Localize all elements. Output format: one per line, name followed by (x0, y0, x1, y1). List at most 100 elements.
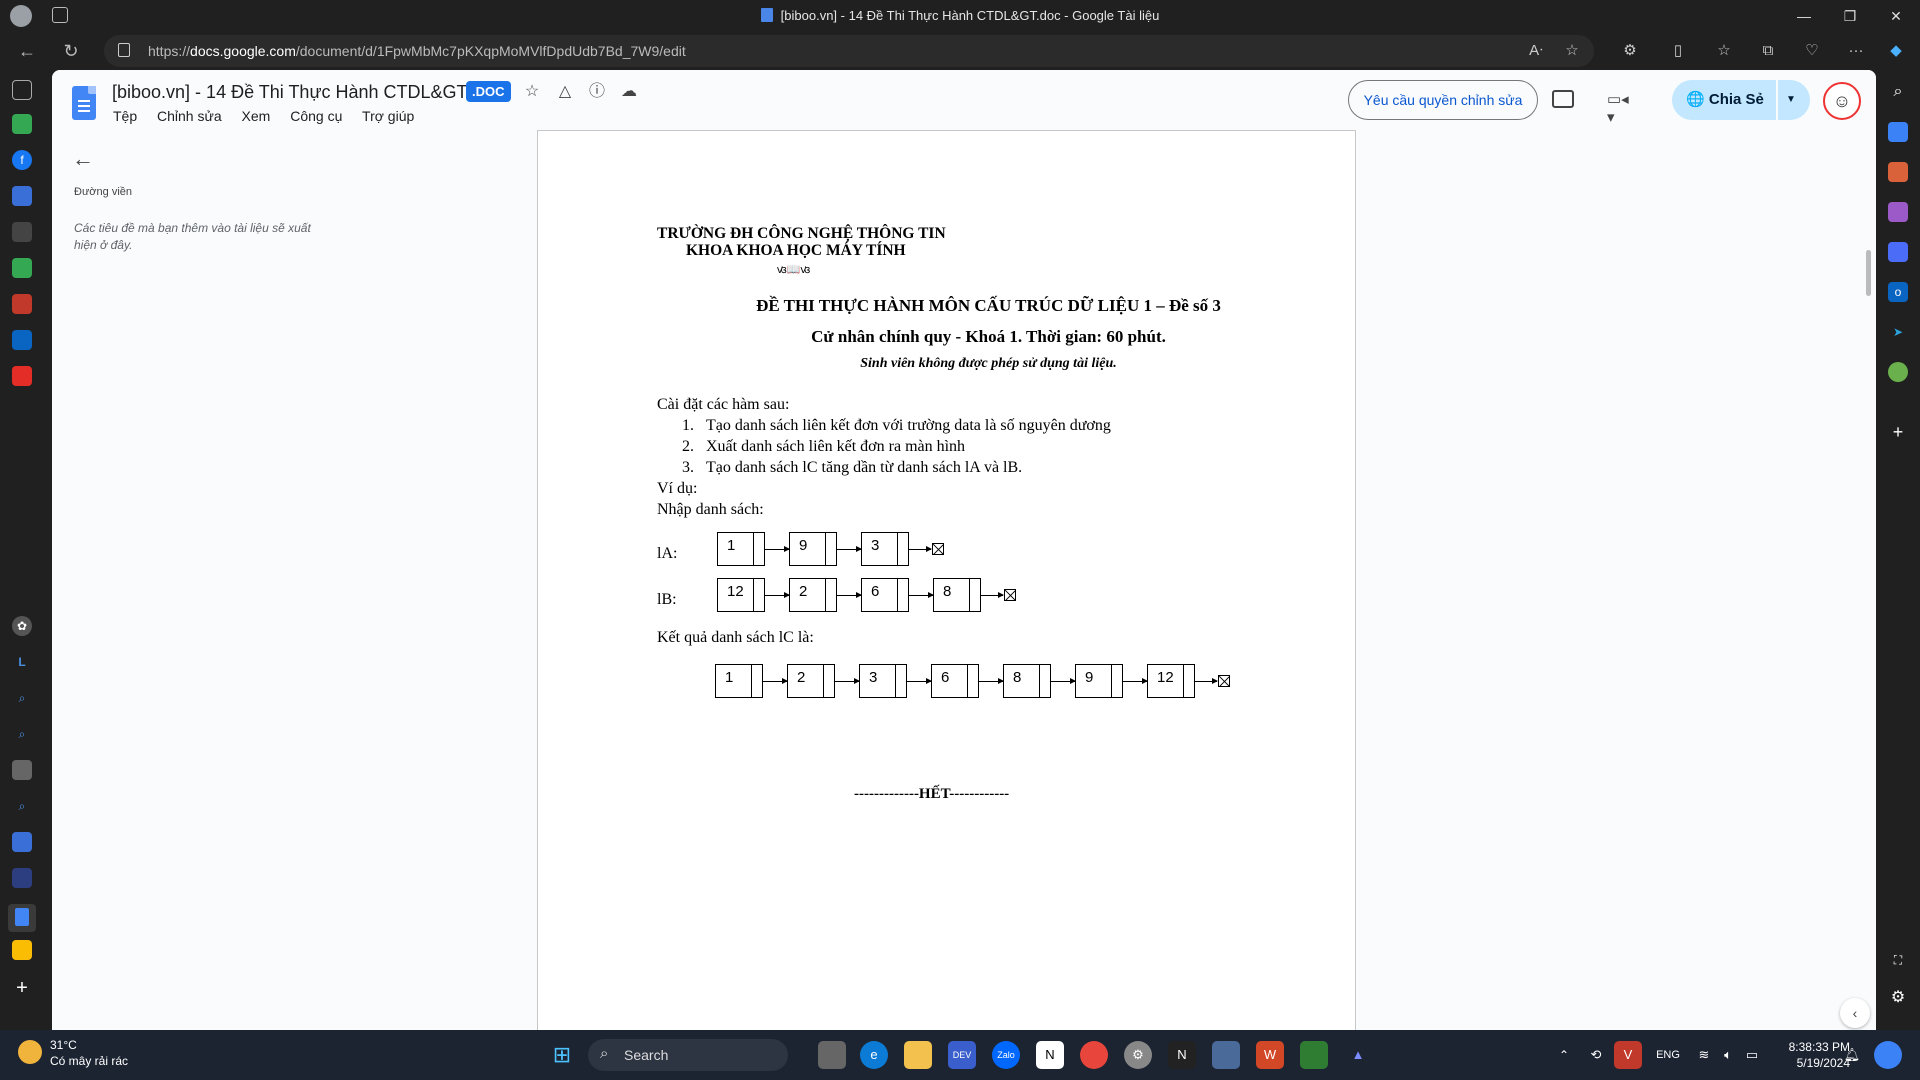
collapse-side-panel-button[interactable]: ‹ (1840, 998, 1870, 1028)
favorites-icon[interactable]: ☆ (1712, 39, 1736, 63)
copilot-icon[interactable]: ◆ (1884, 39, 1908, 63)
node-pointer-field (823, 665, 824, 697)
minimize-button[interactable]: — (1792, 4, 1816, 28)
app-icon[interactable]: N (1168, 1041, 1196, 1069)
tab-icon[interactable] (12, 868, 32, 888)
chrome-icon[interactable] (1080, 1041, 1108, 1069)
taskbar-search[interactable]: ⌕ Search (588, 1039, 788, 1071)
new-tab-icon[interactable]: + (12, 978, 32, 998)
games-icon[interactable] (1888, 202, 1908, 222)
tab-icon[interactable] (12, 222, 32, 242)
add-icon[interactable]: + (1888, 422, 1908, 442)
outline-back-icon[interactable]: ← (72, 146, 94, 172)
refresh-button[interactable]: ↻ (58, 38, 84, 64)
exam-note: Sinh viên không được phép sử dụng tài li… (860, 356, 1117, 371)
site-info-icon[interactable] (118, 43, 130, 57)
tray-overflow-icon[interactable]: ⌃ (1550, 1041, 1578, 1069)
app-icon[interactable] (1212, 1041, 1240, 1069)
app-icon[interactable] (1300, 1041, 1328, 1069)
account-avatar[interactable]: ☺ (1823, 82, 1861, 120)
outlook-icon[interactable]: o (1888, 282, 1908, 302)
address-bar[interactable]: https://docs.google.com/document/d/1FpwM… (104, 35, 1594, 67)
browser-toolbar: ← ↻ https://docs.google.com/document/d/1… (0, 32, 1920, 70)
facebook-tab-icon[interactable]: f (12, 150, 32, 170)
document-page[interactable]: TRƯỜNG ĐH CÔNG NGHỆ THÔNG TIN KHOA KHOA … (537, 130, 1356, 1030)
menu-view[interactable]: Xem (242, 108, 271, 124)
tab-icon[interactable] (12, 80, 32, 100)
menu-file[interactable]: Tệp (113, 108, 137, 124)
scrollbar[interactable] (1866, 250, 1871, 296)
tab-icon[interactable]: L (12, 652, 32, 672)
battery-icon[interactable]: ▭ (1738, 1041, 1766, 1069)
shopping-icon[interactable] (1888, 122, 1908, 142)
telegram-icon[interactable]: ➤ (1888, 322, 1908, 342)
node-value: 3 (869, 669, 878, 686)
menu-tools[interactable]: Công cụ (290, 108, 342, 124)
app-icon[interactable]: ▲ (1344, 1041, 1372, 1069)
task-view-icon[interactable] (818, 1041, 846, 1069)
star-icon[interactable]: ☆ (522, 82, 542, 102)
meet-icon[interactable]: ▭◂ ▾ (1607, 90, 1633, 126)
search-tab-icon[interactable]: ⌕ (12, 796, 32, 816)
tools-icon[interactable] (1888, 162, 1908, 182)
document-title[interactable]: [biboo.vn] - 14 Đề Thi Thực Hành CTDL&GT (112, 82, 468, 103)
restore-button[interactable]: ❐ (1838, 4, 1862, 28)
notification-bell-icon[interactable]: 🔔︎ (1838, 1041, 1866, 1069)
share-dropdown-icon[interactable]: ▼ (1786, 80, 1796, 120)
zalo-icon[interactable]: Zalo (992, 1041, 1020, 1069)
tab-icon[interactable] (12, 294, 32, 314)
chatgpt-tab-icon[interactable]: ✿ (12, 616, 32, 636)
list-node: 3 (861, 532, 909, 566)
onedrive-tab-icon[interactable] (12, 330, 32, 350)
search-icon[interactable]: ⌕ (1888, 82, 1908, 102)
edge-icon[interactable]: e (860, 1041, 888, 1069)
copilot-taskbar-icon[interactable] (1874, 1041, 1902, 1069)
language-indicator[interactable]: ENG (1648, 1041, 1688, 1069)
app-icon[interactable]: DEV (948, 1041, 976, 1069)
comments-icon[interactable] (1552, 90, 1574, 108)
node-pointer-field (1039, 665, 1040, 697)
favorite-star-icon[interactable]: ☆ (1560, 39, 1584, 63)
move-to-drive-icon[interactable]: △ (555, 82, 575, 102)
share-button[interactable]: 🌐 Chia Sẻ ▼ (1672, 80, 1810, 120)
settings-icon[interactable]: ⚙ (1888, 988, 1908, 1008)
menu-edit[interactable]: Chỉnh sửa (157, 108, 222, 124)
collections-icon[interactable]: ⧉ (1756, 39, 1780, 63)
tab-icon[interactable] (12, 186, 32, 206)
outline-title: Đường viền (74, 186, 132, 198)
settings-app-icon[interactable]: ⚙ (1124, 1041, 1152, 1069)
docs-logo-icon[interactable] (72, 86, 96, 120)
info-icon[interactable]: ⓘ (587, 82, 607, 102)
file-explorer-icon[interactable] (904, 1041, 932, 1069)
search-tab-icon[interactable]: ⌕ (12, 688, 32, 708)
copilot-icon[interactable] (1888, 242, 1908, 262)
screenshot-icon[interactable]: ⛶ (1888, 950, 1908, 970)
close-button[interactable]: ✕ (1884, 4, 1908, 28)
back-button[interactable]: ← (14, 38, 40, 64)
tree-icon[interactable] (1888, 362, 1908, 382)
youtube-tab-icon[interactable] (12, 366, 32, 386)
list-node: 1 (715, 664, 763, 698)
browser-essentials-icon[interactable]: ♡ (1800, 39, 1824, 63)
sync-icon[interactable]: ⟲ (1582, 1041, 1610, 1069)
app-icon[interactable]: W (1256, 1041, 1284, 1069)
tab-icon[interactable] (12, 832, 32, 852)
menu-bar: Tệp Chỉnh sửa Xem Công cụ Trợ giúp (113, 108, 430, 124)
read-aloud-icon[interactable]: Aᐧ (1524, 39, 1548, 63)
tab-icon[interactable] (12, 760, 32, 780)
settings-more-icon[interactable]: ··· (1844, 39, 1868, 63)
start-button[interactable]: ⊞ (548, 1041, 576, 1069)
drive-tab-icon[interactable] (12, 114, 32, 134)
drive-tab-icon[interactable] (12, 940, 32, 960)
docs-tab-icon[interactable] (8, 904, 36, 932)
split-screen-icon[interactable]: ▯ (1666, 39, 1690, 63)
drive-tab-icon[interactable] (12, 258, 32, 278)
search-tab-icon[interactable]: ⌕ (12, 724, 32, 744)
extensions-icon[interactable]: ⚙ (1618, 39, 1642, 63)
menu-help[interactable]: Trợ giúp (362, 108, 414, 124)
notion-icon[interactable]: N (1036, 1041, 1064, 1069)
request-edit-access-button[interactable]: Yêu cầu quyền chỉnh sửa (1348, 80, 1538, 120)
app-tray-icon[interactable]: V (1614, 1041, 1642, 1069)
node-link-arrow (1195, 678, 1218, 684)
cloud-status-icon[interactable]: ☁ (619, 82, 639, 102)
